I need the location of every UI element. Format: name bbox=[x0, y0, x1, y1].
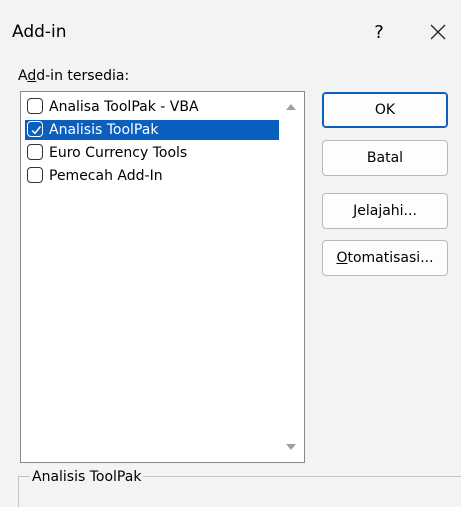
automation-button[interactable]: Otomatisasi... bbox=[322, 240, 448, 276]
list-item[interactable]: Pemecah Add-In bbox=[25, 166, 279, 186]
list-item-label: Pemecah Add-In bbox=[49, 168, 163, 184]
list-item[interactable]: Analisa ToolPak - VBA bbox=[25, 97, 279, 117]
scroll-up-arrow-icon[interactable] bbox=[285, 102, 297, 112]
description-title: Analisis ToolPak bbox=[30, 469, 144, 485]
list-item[interactable]: Analisis ToolPak bbox=[25, 120, 279, 140]
dialog-title: Add-in bbox=[12, 22, 67, 42]
close-button[interactable] bbox=[418, 12, 458, 52]
addins-listbox[interactable]: Analisa ToolPak - VBA Analisis ToolPak E… bbox=[20, 91, 305, 463]
list-item-label: Euro Currency Tools bbox=[49, 145, 188, 161]
ok-button[interactable]: OK bbox=[322, 92, 448, 128]
list-item-label: Analisa ToolPak - VBA bbox=[49, 99, 199, 115]
addins-available-label: Add-in tersedia: bbox=[18, 68, 130, 84]
close-icon bbox=[430, 24, 446, 40]
list-item-label: Analisis ToolPak bbox=[49, 122, 159, 138]
addin-checkbox[interactable] bbox=[27, 98, 43, 114]
list-item[interactable]: Euro Currency Tools bbox=[25, 143, 279, 163]
cancel-button[interactable]: Batal bbox=[322, 140, 448, 176]
checkmark-icon bbox=[31, 126, 42, 135]
addin-checkbox[interactable] bbox=[27, 121, 43, 137]
addin-checkbox[interactable] bbox=[27, 167, 43, 183]
browse-button[interactable]: Jelajahi... bbox=[322, 193, 448, 229]
addin-checkbox[interactable] bbox=[27, 144, 43, 160]
title-bar: Add-in ? bbox=[0, 0, 461, 62]
scroll-down-arrow-icon[interactable] bbox=[285, 442, 297, 452]
help-button[interactable]: ? bbox=[362, 16, 396, 50]
